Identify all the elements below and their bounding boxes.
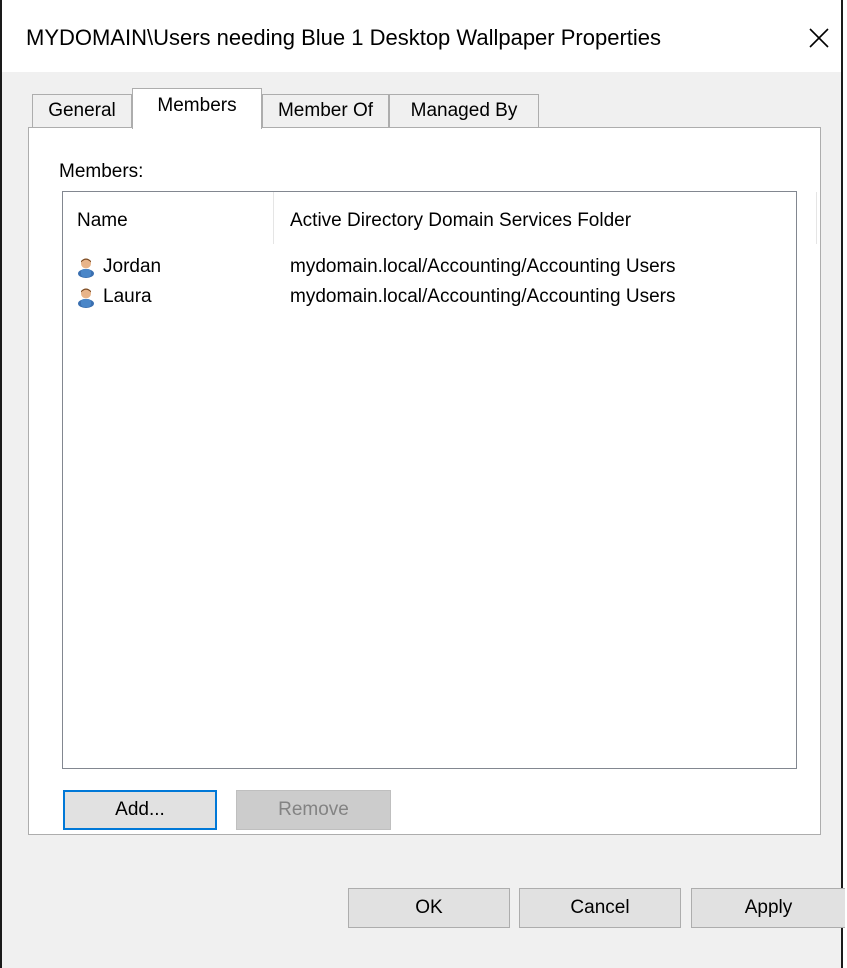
remove-button[interactable]: Remove	[236, 790, 391, 830]
member-folder: mydomain.local/Accounting/Accounting Use…	[290, 286, 676, 307]
member-name: Laura	[103, 286, 152, 307]
members-list-rows: Jordan mydomain.local/Accounting/Account…	[63, 252, 796, 312]
add-button[interactable]: Add...	[63, 790, 217, 830]
tab-members[interactable]: Members	[132, 88, 262, 129]
column-divider[interactable]	[273, 192, 274, 244]
ok-button[interactable]: OK	[348, 888, 510, 928]
list-item[interactable]: Laura mydomain.local/Accounting/Accounti…	[63, 282, 796, 312]
column-header-folder[interactable]: Active Directory Domain Services Folder	[290, 192, 790, 250]
list-item[interactable]: Jordan mydomain.local/Accounting/Account…	[63, 252, 796, 282]
user-icon	[78, 288, 94, 308]
member-folder: mydomain.local/Accounting/Accounting Use…	[290, 256, 676, 277]
user-icon	[78, 258, 94, 278]
window-title: MYDOMAIN\Users needing Blue 1 Desktop Wa…	[26, 25, 662, 50]
close-button[interactable]	[797, 14, 841, 62]
members-tab-panel: Members: Name Active Directory Domain Se…	[28, 127, 821, 835]
title-bar: MYDOMAIN\Users needing Blue 1 Desktop Wa…	[2, 0, 841, 72]
tab-managed-by[interactable]: Managed By	[389, 94, 539, 128]
tab-strip: General Members Member Of Managed By	[32, 88, 812, 129]
cancel-button[interactable]: Cancel	[519, 888, 681, 928]
properties-dialog: MYDOMAIN\Users needing Blue 1 Desktop Wa…	[0, 0, 845, 968]
column-header-name[interactable]: Name	[77, 192, 272, 250]
members-list[interactable]: Name Active Directory Domain Services Fo…	[62, 191, 817, 769]
tab-member-of[interactable]: Member Of	[262, 94, 389, 128]
member-name: Jordan	[103, 256, 162, 277]
apply-button[interactable]: Apply	[691, 888, 845, 928]
tab-general[interactable]: General	[32, 94, 132, 128]
close-icon	[809, 28, 829, 48]
members-list-header: Name Active Directory Domain Services Fo…	[63, 192, 817, 250]
column-divider[interactable]	[816, 192, 817, 244]
members-label: Members:	[59, 161, 144, 182]
